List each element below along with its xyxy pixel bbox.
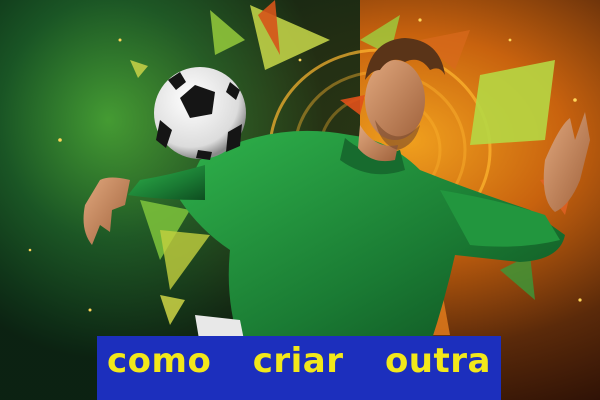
promo-image: como criar outra	[0, 0, 600, 400]
player-face	[365, 60, 425, 140]
caption-word-criar: criar	[252, 341, 344, 381]
caption-banner: como criar outra	[97, 336, 501, 400]
caption-word-como: como	[107, 341, 212, 381]
caption-word-outra: outra	[384, 341, 491, 381]
